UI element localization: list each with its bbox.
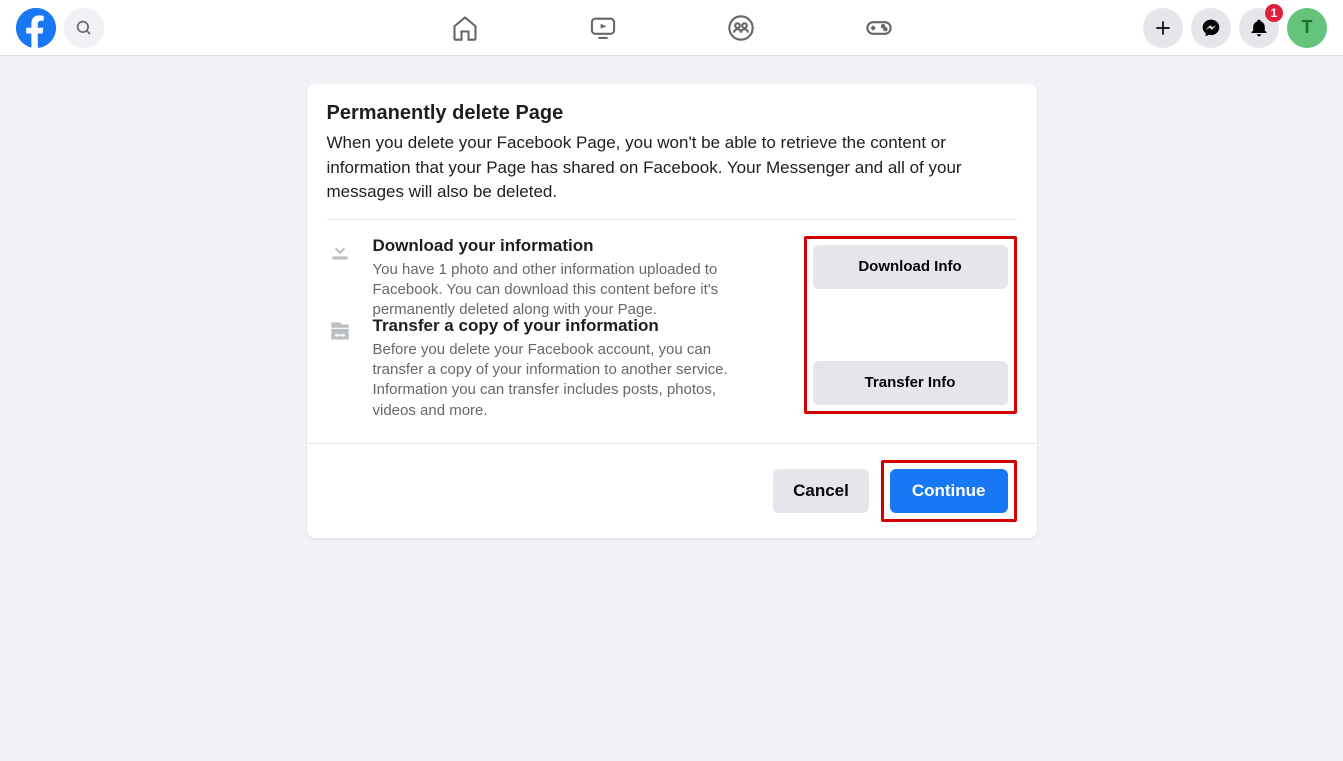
dialog-title: Permanently delete Page	[327, 102, 1017, 125]
messenger-icon	[1201, 18, 1221, 38]
option-download-title: Download your information	[373, 236, 778, 256]
plus-icon	[1153, 18, 1173, 38]
gaming-icon	[865, 14, 893, 42]
top-nav: 1 T	[0, 0, 1343, 56]
create-button[interactable]	[1143, 8, 1183, 48]
nav-tab-gaming[interactable]	[854, 3, 904, 53]
messenger-button[interactable]	[1191, 8, 1231, 48]
avatar-initial: T	[1302, 17, 1313, 38]
account-avatar[interactable]: T	[1287, 8, 1327, 48]
annotation-buttons-box: Download Info Transfer Info	[804, 236, 1017, 414]
dialog-description: When you delete your Facebook Page, you …	[327, 131, 1017, 205]
search-button[interactable]	[64, 8, 104, 48]
option-transfer-title: Transfer a copy of your information	[373, 316, 763, 336]
nav-right: 1 T	[1143, 8, 1327, 48]
dialog-footer: Cancel Continue	[307, 443, 1037, 538]
home-icon	[451, 14, 479, 42]
cancel-button[interactable]: Cancel	[773, 469, 869, 513]
nav-tab-groups[interactable]	[716, 3, 766, 53]
continue-button[interactable]: Continue	[890, 469, 1008, 513]
option-transfer-desc: Before you delete your Facebook account,…	[373, 340, 763, 421]
bell-icon	[1249, 18, 1269, 38]
nav-tab-watch[interactable]	[578, 3, 628, 53]
search-icon	[75, 19, 93, 37]
watch-icon	[589, 14, 617, 42]
download-icon	[327, 236, 357, 269]
notification-badge: 1	[1265, 4, 1283, 22]
groups-icon	[727, 14, 755, 42]
nav-tab-home[interactable]	[440, 3, 490, 53]
page-area: Permanently delete Page When you delete …	[0, 56, 1343, 538]
delete-page-dialog: Permanently delete Page When you delete …	[307, 84, 1037, 538]
facebook-logo[interactable]	[16, 8, 56, 48]
nav-left	[16, 8, 104, 48]
option-download-desc: You have 1 photo and other information u…	[373, 260, 778, 321]
nav-center	[440, 3, 904, 53]
annotation-continue-box: Continue	[881, 460, 1017, 522]
notifications-button[interactable]: 1	[1239, 8, 1279, 48]
transfer-info-button[interactable]: Transfer Info	[813, 361, 1008, 405]
facebook-logo-icon	[16, 8, 56, 48]
download-info-button[interactable]: Download Info	[813, 245, 1008, 289]
divider	[327, 219, 1017, 220]
transfer-icon	[327, 316, 357, 349]
